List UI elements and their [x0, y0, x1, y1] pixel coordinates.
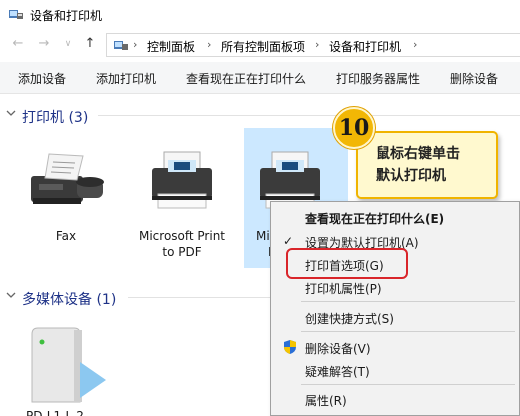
menu-separator	[301, 384, 515, 385]
media-device[interactable]: PD-L1-L-2	[20, 314, 120, 416]
recent-locations-chevron-icon[interactable]: ∨	[60, 36, 76, 52]
menu-create-shortcut[interactable]: 创建快捷方式(S)	[305, 310, 394, 327]
breadcrumb-separator-icon[interactable]: ›	[315, 38, 319, 51]
media-server-icon	[31, 327, 106, 403]
fax-device[interactable]: Fax	[14, 138, 118, 258]
menu-properties[interactable]: 属性(R)	[305, 392, 347, 409]
print-to-pdf-label-line1: Microsoft Print	[138, 229, 226, 243]
forward-arrow-icon[interactable]: →	[36, 36, 52, 52]
address-box[interactable]: › 控制面板 › 所有控制面板项 › 设备和打印机 ›	[106, 33, 520, 57]
control-panel-icon	[114, 41, 128, 50]
step-badge: 10	[333, 107, 375, 149]
menu-separator	[301, 331, 515, 332]
title-bar: 设备和打印机	[0, 0, 520, 30]
print-to-pdf-label-line2: to PDF	[162, 245, 202, 259]
fax-machine-icon	[31, 153, 104, 204]
shield-icon	[284, 340, 296, 354]
context-menu: 查看现在正在打印什么(E) ✓ 设置为默认打印机(A) 打印首选项(G) 打印机…	[270, 201, 520, 416]
menu-see-whats-printing[interactable]: 查看现在正在打印什么(E)	[305, 210, 444, 227]
highlight-box	[286, 248, 408, 279]
group-divider	[98, 115, 520, 116]
add-device-button[interactable]: 添加设备	[18, 70, 66, 87]
breadcrumb-devices-printers[interactable]: 设备和打印机	[329, 38, 401, 55]
collapse-chevron-icon[interactable]	[6, 290, 16, 300]
see-whats-printing-button[interactable]: 查看现在正在打印什么	[186, 70, 306, 87]
address-bar: ← → ∨ ↑ › 控制面板 › 所有控制面板项 › 设备和打印机 ›	[0, 30, 520, 60]
print-server-properties-button[interactable]: 打印服务器属性	[336, 70, 420, 87]
window-title: 设备和打印机	[30, 9, 103, 23]
callout-line2: 默认打印机	[376, 168, 446, 184]
fax-label: Fax	[55, 229, 77, 243]
menu-remove-device[interactable]: 删除设备(V)	[305, 340, 371, 357]
back-arrow-icon[interactable]: ←	[10, 36, 26, 52]
print-to-pdf-device[interactable]: Microsoft Print to PDF	[130, 138, 234, 259]
breadcrumb-all-items[interactable]: 所有控制面板项	[221, 38, 305, 55]
remove-device-button[interactable]: 删除设备	[450, 70, 498, 87]
devices-printers-icon	[9, 10, 23, 19]
collapse-chevron-icon[interactable]	[6, 108, 16, 118]
breadcrumb-separator-icon[interactable]: ›	[413, 38, 417, 51]
printers-group-header[interactable]: 打印机 (3)	[0, 104, 520, 126]
menu-troubleshoot[interactable]: 疑难解答(T)	[305, 363, 370, 380]
menu-printer-properties[interactable]: 打印机属性(P)	[305, 280, 382, 297]
printer-icon	[152, 151, 212, 209]
multimedia-group-label: 多媒体设备 (1)	[22, 292, 117, 308]
breadcrumb-control-panel[interactable]: 控制面板	[147, 38, 195, 55]
media-device-label: PD-L1-L-2	[26, 409, 84, 416]
breadcrumb-separator-icon[interactable]: ›	[207, 38, 211, 51]
add-printer-button[interactable]: 添加打印机	[96, 70, 156, 87]
breadcrumb-separator-icon[interactable]: ›	[133, 38, 137, 51]
checkmark-icon: ✓	[283, 234, 294, 248]
menu-separator	[301, 301, 515, 302]
callout-box: 鼠标右键单击 默认打印机	[356, 131, 498, 199]
printers-group-label: 打印机 (3)	[22, 110, 89, 126]
callout-line1: 鼠标右键单击	[376, 146, 460, 162]
up-arrow-icon[interactable]: ↑	[82, 36, 98, 52]
command-bar: 添加设备 添加打印机 查看现在正在打印什么 打印服务器属性 删除设备	[0, 62, 520, 94]
